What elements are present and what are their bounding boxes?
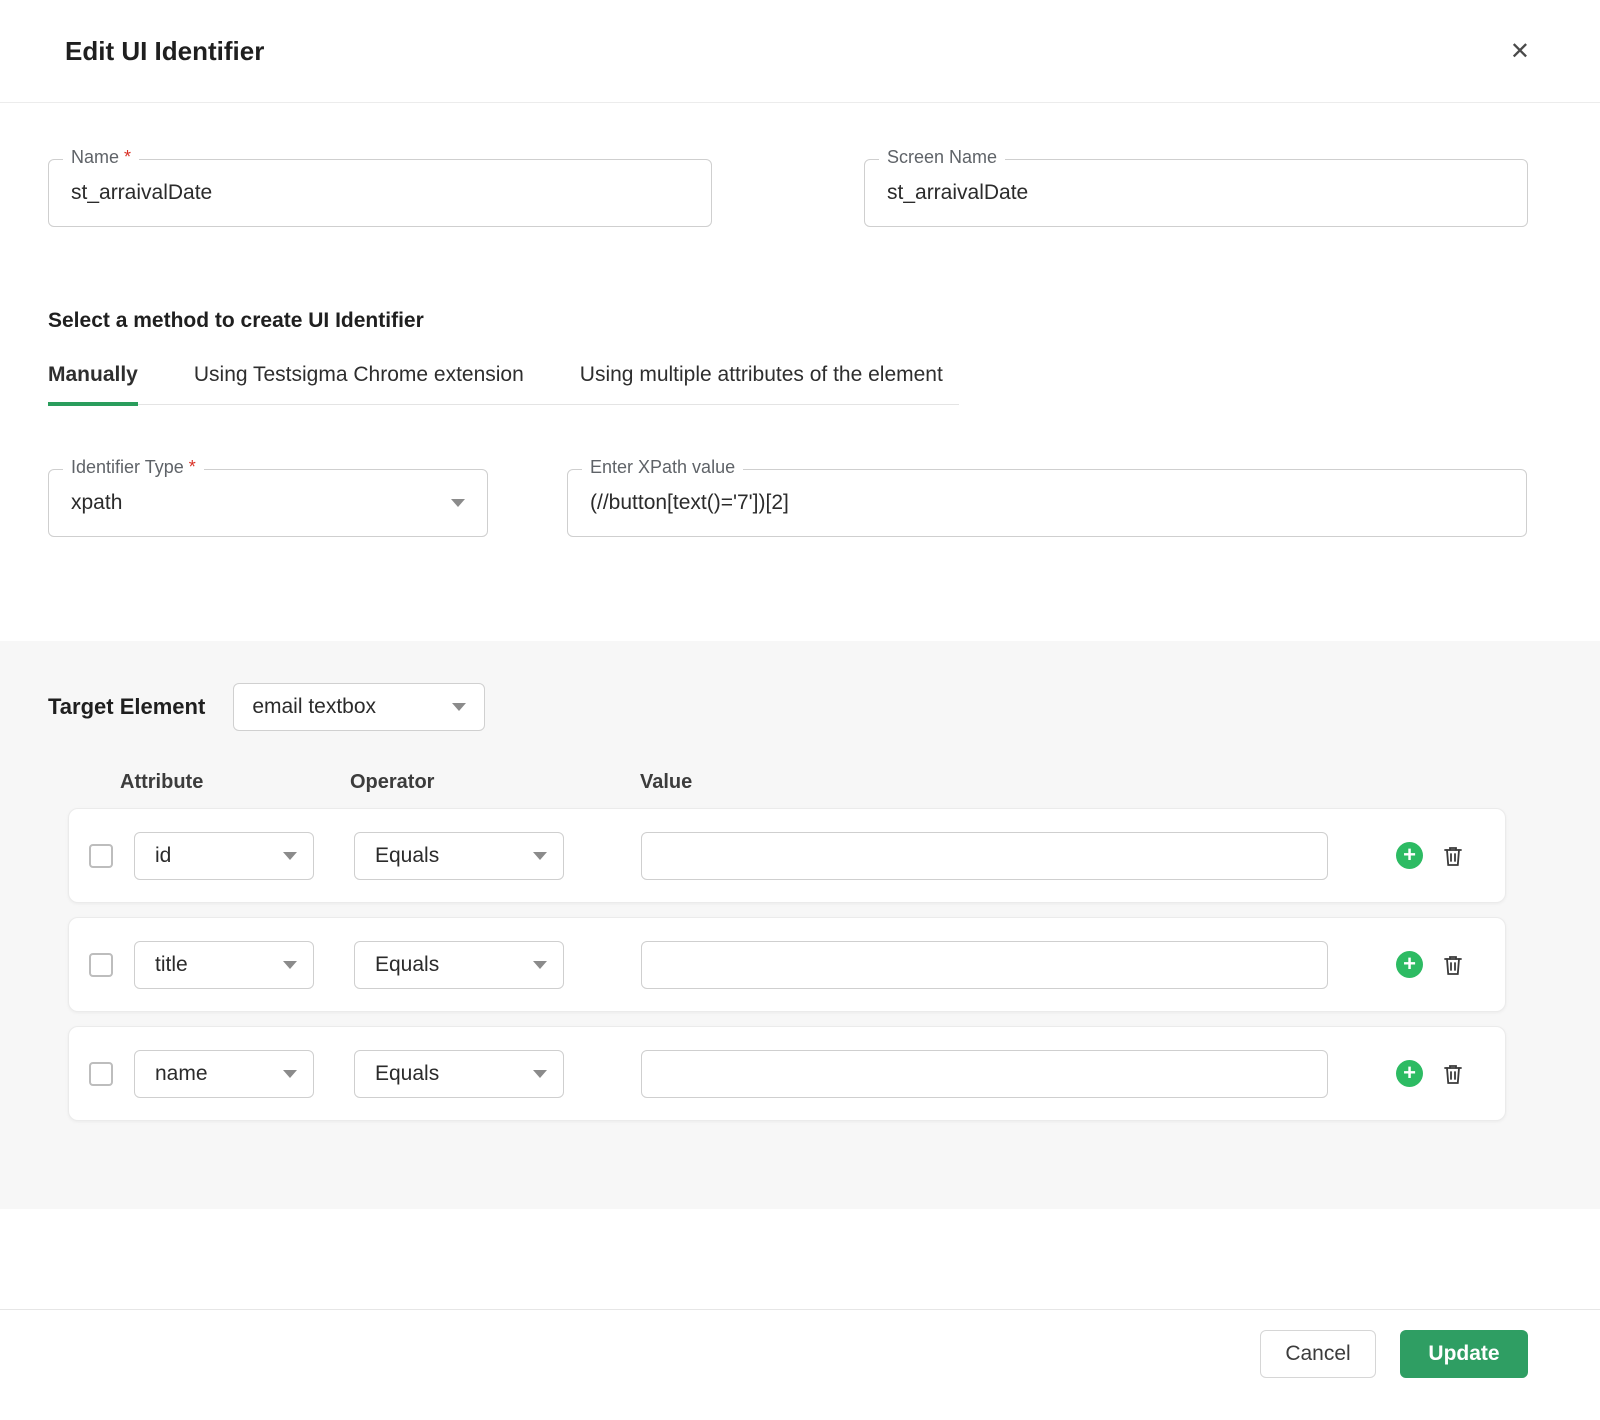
- chevron-down-icon: [451, 499, 465, 507]
- name-field-label: Name *: [63, 147, 139, 168]
- name-label-text: Name: [71, 147, 119, 167]
- trash-icon[interactable]: [1441, 952, 1465, 978]
- attribute-value: id: [155, 844, 171, 868]
- attribute-column-header: Attribute: [120, 771, 350, 794]
- form-area: Name * Screen Name Select a method to cr…: [0, 103, 1600, 537]
- chevron-down-icon: [283, 1070, 297, 1078]
- identifier-type-value: xpath: [71, 491, 122, 515]
- target-element-section: Target Element email textbox Attribute O…: [0, 641, 1600, 1209]
- row-checkbox[interactable]: [89, 953, 113, 977]
- screen-name-input[interactable]: [887, 181, 1505, 205]
- name-fields-row: Name * Screen Name: [48, 159, 1528, 227]
- row-checkbox[interactable]: [89, 844, 113, 868]
- name-field-wrapper: Name *: [48, 159, 712, 227]
- update-button[interactable]: Update: [1400, 1330, 1528, 1378]
- dialog-title: Edit UI Identifier: [65, 36, 264, 67]
- screen-name-label-text: Screen Name: [887, 147, 997, 167]
- operator-select[interactable]: Equals: [354, 941, 564, 989]
- dialog-header: Edit UI Identifier ✕: [0, 0, 1600, 103]
- value-input[interactable]: [641, 832, 1328, 880]
- chevron-down-icon: [283, 852, 297, 860]
- table-row: name Equals +: [68, 1026, 1506, 1121]
- operator-column-header: Operator: [350, 771, 640, 794]
- target-element-label: Target Element: [48, 694, 205, 720]
- operator-select[interactable]: Equals: [354, 1050, 564, 1098]
- dialog-footer: Cancel Update: [0, 1309, 1600, 1378]
- xpath-field-label: Enter XPath value: [582, 457, 743, 478]
- tab-chrome-extension[interactable]: Using Testsigma Chrome extension: [194, 363, 524, 404]
- tab-manually[interactable]: Manually: [48, 363, 138, 404]
- screen-name-field-label: Screen Name: [879, 147, 1005, 168]
- operator-value: Equals: [375, 844, 439, 868]
- add-row-icon[interactable]: +: [1396, 842, 1423, 869]
- identifier-row: Identifier Type * xpath Enter XPath valu…: [48, 469, 1528, 537]
- operator-select[interactable]: Equals: [354, 832, 564, 880]
- value-input[interactable]: [641, 941, 1328, 989]
- attribute-select[interactable]: title: [134, 941, 314, 989]
- chevron-down-icon: [533, 1070, 547, 1078]
- target-element-row: Target Element email textbox: [48, 683, 1552, 731]
- add-row-icon[interactable]: +: [1396, 951, 1423, 978]
- attribute-value: title: [155, 953, 188, 977]
- tab-multiple-attributes[interactable]: Using multiple attributes of the element: [580, 363, 943, 404]
- attribute-value: name: [155, 1062, 208, 1086]
- target-element-select[interactable]: email textbox: [233, 683, 485, 731]
- close-icon[interactable]: ✕: [1510, 37, 1530, 66]
- operator-value: Equals: [375, 953, 439, 977]
- chevron-down-icon: [283, 961, 297, 969]
- attribute-select[interactable]: name: [134, 1050, 314, 1098]
- xpath-input[interactable]: [590, 491, 1504, 515]
- operator-value: Equals: [375, 1062, 439, 1086]
- chevron-down-icon: [452, 703, 466, 711]
- required-asterisk: *: [189, 457, 196, 477]
- chevron-down-icon: [533, 961, 547, 969]
- trash-icon[interactable]: [1441, 1061, 1465, 1087]
- method-tabs: Manually Using Testsigma Chrome extensio…: [48, 363, 959, 405]
- screen-name-field-wrapper: Screen Name: [864, 159, 1528, 227]
- method-heading: Select a method to create UI Identifier: [48, 309, 1528, 333]
- column-headers: Attribute Operator Value: [48, 771, 1552, 794]
- name-input[interactable]: [71, 181, 689, 205]
- cancel-button[interactable]: Cancel: [1260, 1330, 1376, 1378]
- attribute-select[interactable]: id: [134, 832, 314, 880]
- identifier-type-select[interactable]: Identifier Type * xpath: [48, 469, 488, 537]
- identifier-type-label-text: Identifier Type: [71, 457, 184, 477]
- add-row-icon[interactable]: +: [1396, 1060, 1423, 1087]
- value-column-header: Value: [640, 771, 692, 794]
- identifier-type-label: Identifier Type *: [63, 457, 204, 478]
- value-input[interactable]: [641, 1050, 1328, 1098]
- required-asterisk: *: [124, 147, 131, 167]
- table-row: id Equals +: [68, 808, 1506, 903]
- attribute-rows: id Equals + title: [48, 808, 1552, 1121]
- table-row: title Equals +: [68, 917, 1506, 1012]
- row-checkbox[interactable]: [89, 1062, 113, 1086]
- xpath-label-text: Enter XPath value: [590, 457, 735, 477]
- edit-ui-identifier-dialog: Edit UI Identifier ✕ Name * Screen Name …: [0, 0, 1600, 1420]
- target-element-value: email textbox: [252, 695, 376, 719]
- xpath-field-wrapper: Enter XPath value: [567, 469, 1527, 537]
- trash-icon[interactable]: [1441, 843, 1465, 869]
- chevron-down-icon: [533, 852, 547, 860]
